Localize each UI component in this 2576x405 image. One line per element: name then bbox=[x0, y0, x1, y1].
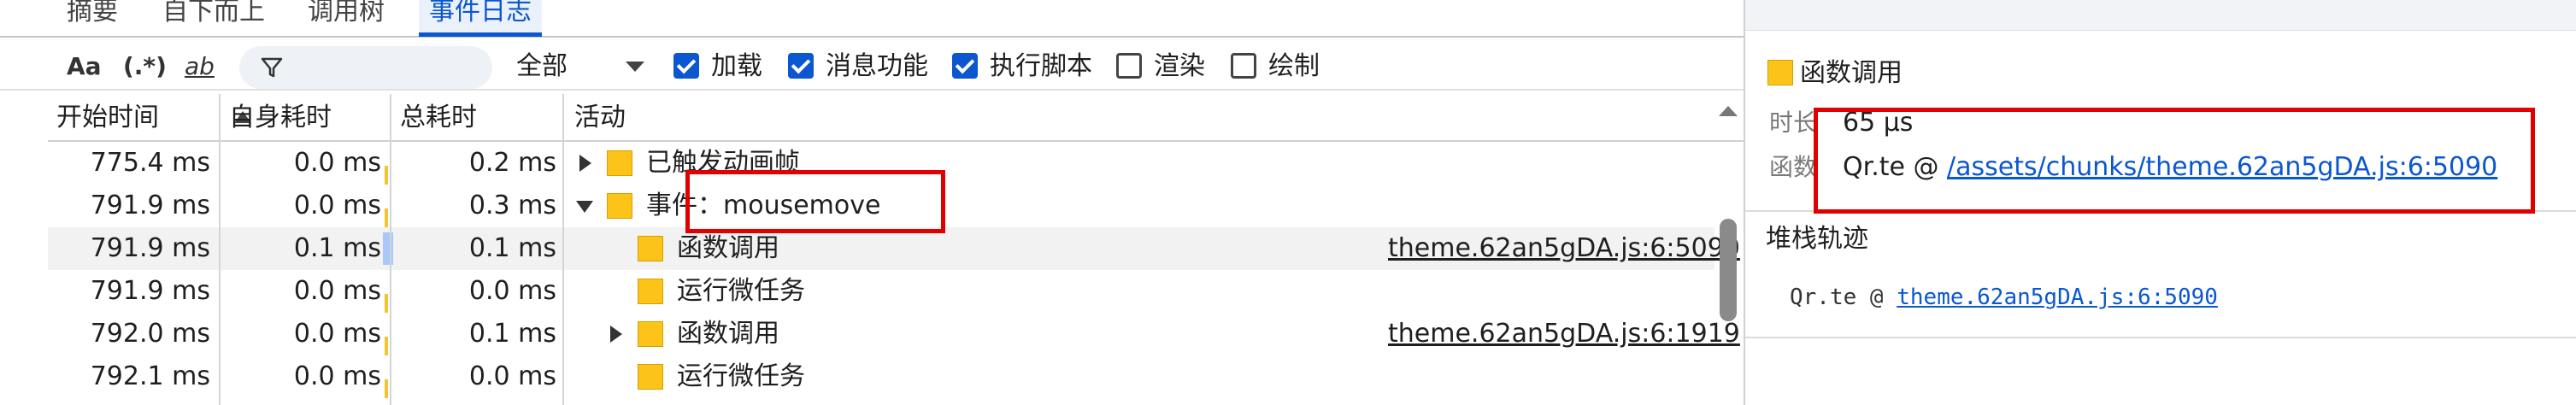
checkbox-messaging[interactable] bbox=[788, 53, 814, 79]
column-header-start-time[interactable]: 开始时间 bbox=[48, 94, 219, 142]
table-header: 开始时间 自身耗时 总耗时 活动 bbox=[48, 94, 1744, 142]
annotation-highlight-event bbox=[685, 170, 945, 233]
column-header-total-time[interactable]: 总耗时 bbox=[390, 94, 561, 142]
self-time-bar bbox=[385, 166, 388, 185]
cell-total-time: 0.3 ms bbox=[468, 191, 556, 220]
scrollbar-thumb[interactable] bbox=[1720, 219, 1737, 321]
checkbox-painting[interactable] bbox=[1231, 53, 1256, 79]
whole-word-button[interactable]: ab bbox=[185, 48, 215, 85]
cell-start-time: 791.9 ms bbox=[90, 276, 210, 306]
cell-activity: 运行微任务 bbox=[677, 361, 805, 391]
cell-start-time: 792.1 ms bbox=[90, 361, 210, 391]
expand-arrow-icon[interactable] bbox=[579, 155, 591, 172]
stack-frame-name: Qr.te @ bbox=[1790, 285, 1897, 310]
cell-start-time: 792.0 ms bbox=[90, 319, 210, 349]
column-divider[interactable] bbox=[219, 94, 221, 405]
source-link[interactable]: theme.62an5gDA.js:6:1919 bbox=[1388, 313, 1740, 355]
checkbox-loading-label: 加载 bbox=[711, 51, 762, 81]
checkbox-rendering[interactable] bbox=[1116, 53, 1142, 79]
cell-total-time: 0.2 ms bbox=[468, 148, 556, 178]
source-link[interactable]: theme.62an5gDA.js:6:5090 bbox=[1388, 227, 1740, 270]
cell-self-time: 0.0 ms bbox=[293, 319, 381, 349]
cell-total-time: 0.1 ms bbox=[468, 319, 556, 349]
checkbox-rendering-label: 渲染 bbox=[1154, 51, 1205, 81]
cell-self-time: 0.0 ms bbox=[293, 276, 381, 306]
tab-bar: 摘要 自下而上 调用树 事件日志 bbox=[0, 0, 1744, 38]
cell-total-time: 0.0 ms bbox=[468, 361, 556, 391]
checkbox-scripting-label: 执行脚本 bbox=[990, 51, 1092, 81]
self-time-bar bbox=[383, 232, 393, 265]
cell-self-time: 0.0 ms bbox=[293, 191, 381, 220]
table-row[interactable]: 792.0 ms 0.0 ms 0.1 ms 函数调用 theme.62an5gDA.j… bbox=[48, 313, 1740, 355]
match-case-button[interactable]: Aa bbox=[67, 48, 102, 85]
tab-summary[interactable]: 摘要 bbox=[67, 0, 118, 34]
self-time-bar bbox=[385, 294, 388, 313]
tab-call-tree[interactable]: 调用树 bbox=[308, 0, 385, 34]
stack-frame-link[interactable]: theme.62an5gDA.js:6:5090 bbox=[1897, 285, 2218, 310]
cell-start-time: 775.4 ms bbox=[90, 148, 210, 178]
cell-self-time: 0.0 ms bbox=[293, 361, 381, 391]
event-category-swatch bbox=[638, 364, 663, 390]
annotation-highlight-details bbox=[1814, 108, 2535, 214]
cell-self-time: 0.1 ms bbox=[293, 233, 381, 263]
checkbox-scripting[interactable] bbox=[952, 53, 978, 79]
function-label: 函数 bbox=[1769, 153, 1818, 181]
filter-icon bbox=[261, 57, 283, 78]
tab-event-log[interactable]: 事件日志 bbox=[419, 0, 542, 37]
expand-arrow-icon[interactable] bbox=[610, 326, 622, 343]
level-dropdown[interactable]: 全部 bbox=[516, 48, 568, 85]
details-topbar bbox=[1744, 0, 2576, 31]
cell-total-time: 0.0 ms bbox=[468, 276, 556, 306]
cell-activity: 函数调用 bbox=[677, 319, 779, 349]
column-header-self-time[interactable]: 自身耗时 bbox=[219, 94, 390, 142]
duration-label: 时长 bbox=[1769, 109, 1818, 137]
self-time-bar bbox=[385, 337, 388, 355]
table-row[interactable]: 792.1 ms 0.0 ms 0.0 ms 运行微任务 bbox=[48, 355, 1714, 398]
chevron-down-icon[interactable] bbox=[626, 62, 644, 72]
event-category-swatch bbox=[1767, 60, 1793, 85]
column-divider[interactable] bbox=[562, 94, 564, 405]
cell-total-time: 0.1 ms bbox=[468, 233, 556, 263]
regex-button[interactable]: (.*) bbox=[123, 48, 167, 85]
cell-activity: 运行微任务 bbox=[677, 276, 805, 306]
cell-start-time: 791.9 ms bbox=[90, 191, 210, 220]
panel-divider[interactable] bbox=[1744, 0, 1745, 405]
table-row[interactable]: 791.9 ms 0.0 ms 0.0 ms 运行微任务 bbox=[48, 270, 1714, 313]
filter-toolbar: Aa (.*) ab 全部 加载 消息功能 执行脚本 渲染 绘制 bbox=[0, 43, 1744, 91]
self-time-bar bbox=[385, 208, 388, 227]
collapse-arrow-icon[interactable] bbox=[576, 201, 593, 213]
event-category-swatch bbox=[607, 150, 632, 176]
checkbox-loading[interactable] bbox=[673, 53, 699, 79]
column-divider[interactable] bbox=[390, 94, 391, 405]
checkbox-messaging-label: 消息功能 bbox=[826, 51, 928, 81]
section-divider bbox=[1745, 337, 2576, 338]
stack-trace-title: 堆栈轨迹 bbox=[1766, 224, 1868, 254]
event-category-swatch bbox=[607, 193, 632, 219]
column-header-activity[interactable]: 活动 bbox=[564, 94, 1675, 142]
checkbox-painting-label: 绘制 bbox=[1268, 51, 1320, 81]
scroll-up-arrow[interactable] bbox=[1719, 106, 1738, 116]
tab-bottom-up[interactable]: 自下而上 bbox=[162, 0, 265, 34]
cell-start-time: 791.9 ms bbox=[90, 233, 210, 263]
table-row[interactable]: 791.9 ms 0.1 ms 0.1 ms 函数调用 theme.62an5gDA.j… bbox=[48, 227, 1740, 270]
details-title: 函数调用 bbox=[1800, 58, 1903, 88]
stack-trace-frame: Qr.te @ theme.62an5gDA.js:6:5090 bbox=[1790, 280, 2218, 314]
cell-self-time: 0.0 ms bbox=[293, 148, 381, 178]
event-category-swatch bbox=[638, 236, 663, 261]
event-category-swatch bbox=[638, 321, 663, 347]
filter-input[interactable] bbox=[239, 46, 492, 89]
event-category-swatch bbox=[638, 279, 663, 304]
self-time-bar bbox=[385, 379, 388, 398]
cell-activity: 函数调用 bbox=[677, 233, 779, 263]
